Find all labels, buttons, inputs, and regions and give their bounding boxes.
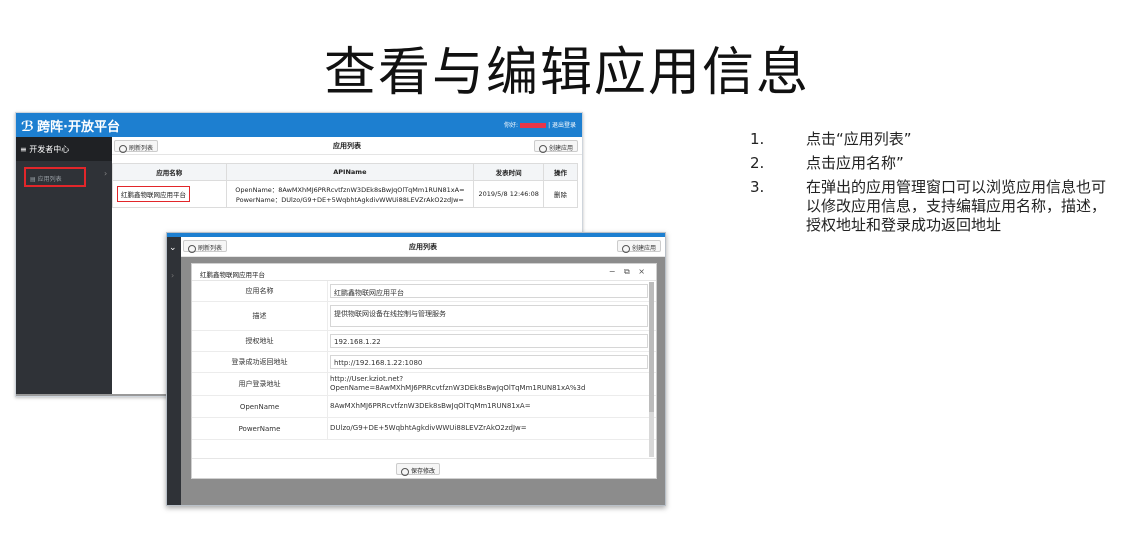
app-table: 应用名称 APIName 发表时间 操作 红鹏鑫物联网应用平台 OpenName…: [112, 163, 578, 208]
sidebar-header-developer-center[interactable]: ≡ 开发者中心 ⌄: [16, 137, 122, 161]
step-3: 3. 在弹出的应用管理窗口可以浏览应用信息也可以修改应用信息，支持编辑应用名称，…: [750, 178, 1110, 235]
create-label: 创建应用: [548, 145, 573, 152]
save-changes-button[interactable]: 保存修改: [396, 463, 441, 476]
chevron-right-icon: ›: [104, 169, 108, 178]
modal-header: 红鹏鑫物联网应用平台 − ⧉ ×: [192, 264, 656, 281]
window-controls[interactable]: − ⧉ ×: [609, 267, 648, 277]
field-label: 登录成功返回地址: [192, 352, 328, 372]
sidebar-header-label: 开发者中心: [29, 145, 70, 154]
hamburger-icon: ≡: [20, 145, 30, 154]
step-number: 1.: [750, 130, 765, 148]
step-1: 1. 点击“应用列表”: [750, 130, 1110, 149]
login-success-url-input[interactable]: http://192.168.1.22:1080: [330, 355, 648, 369]
user-login-url-line1: http://User.kziot.net?: [330, 375, 404, 383]
user-login-url-value: http://User.kziot.net? OpenName=8AwMXhMJ…: [328, 373, 656, 395]
back-toolbar: 刷新列表 应用列表 创建应用: [112, 137, 582, 155]
step-text: 点击“应用列表”: [806, 130, 912, 148]
col-apiname: APIName: [225, 163, 475, 181]
col-app-name: 应用名称: [112, 163, 227, 181]
app-name-input[interactable]: 红鹏鑫物联网应用平台: [330, 284, 648, 298]
save-label: 保存修改: [411, 468, 436, 475]
toolbar-title: 应用列表: [409, 243, 437, 251]
divider: [16, 394, 166, 396]
col-action: 操作: [543, 163, 578, 181]
instruction-steps: 1. 点击“应用列表” 2. 点击应用名称” 3. 在弹出的应用管理窗口可以浏览…: [750, 130, 1110, 240]
description-textarea[interactable]: 提供物联网设备在线控制与管理服务: [330, 305, 648, 327]
modal-scrollbar[interactable]: [649, 282, 654, 457]
step-text: 在弹出的应用管理窗口可以浏览应用信息也可以修改应用信息，支持编辑应用名称，描述，…: [806, 178, 1107, 234]
plus-icon: [538, 144, 547, 153]
form-row-powername: PowerName DUlzo/G9+DE+5WqbhtAgkdivWWUi88…: [192, 418, 656, 440]
apiname-cell: OpenName：8AwMXhMJ6PRRcvtfznW3DEk8sBwJqOl…: [225, 180, 475, 208]
form-row-user-login-url: 用户登录地址 http://User.kziot.net? OpenName=8…: [192, 373, 656, 396]
form-row-auth-address: 授权地址 192.168.1.22: [192, 331, 656, 352]
plus-icon: [621, 244, 630, 253]
sidebar-item-app-list[interactable]: ▤ 应用列表: [24, 167, 86, 187]
field-label: 描述: [192, 302, 328, 330]
api-openname: OpenName：8AwMXhMJ6PRRcvtfznW3DEk8sBwJqOl…: [235, 186, 465, 194]
table-row: 红鹏鑫物联网应用平台 OpenName：8AwMXhMJ6PRRcvtfznW3…: [112, 180, 578, 208]
front-toolbar: 刷新列表 应用列表 创建应用: [181, 237, 665, 257]
check-icon: [401, 467, 409, 476]
user-area: 你好: | 退出登录: [504, 120, 576, 129]
powername-value: DUlzo/G9+DE+5WqbhtAgkdivWWUi88LEVZrAkO2z…: [330, 424, 527, 432]
delete-link[interactable]: 删除: [543, 180, 578, 208]
api-powername: PowerName：DUlzo/G9+DE+5WqbhtAgkdivWWUi88…: [235, 196, 464, 204]
form-row-app-name: 应用名称 红鹏鑫物联网应用平台: [192, 281, 656, 302]
field-label: OpenName: [192, 396, 328, 417]
form-row-description: 描述 提供物联网设备在线控制与管理服务: [192, 302, 656, 331]
top-bar: ℬ 跨阵·开放平台 你好: | 退出登录: [16, 113, 582, 137]
platform-logo[interactable]: ℬ 跨阵·开放平台: [21, 116, 120, 135]
sidebar-item-label: 应用列表: [37, 176, 62, 183]
modal-footer: 保存修改: [192, 458, 656, 478]
field-label: 用户登录地址: [192, 373, 328, 395]
step-2: 2. 点击应用名称”: [750, 154, 1110, 173]
chevron-down-icon[interactable]: ⌄: [169, 243, 177, 253]
create-app-button[interactable]: 创建应用: [533, 140, 578, 153]
logo-icon: ℬ: [21, 119, 34, 135]
sidebar: ≡ 开发者中心 ⌄ ▤ 应用列表 ›: [16, 137, 122, 396]
col-publish-time: 发表时间: [473, 163, 545, 181]
field-label: 授权地址: [192, 331, 328, 351]
create-label: 创建应用: [631, 245, 656, 252]
app-name-link[interactable]: 红鹏鑫物联网应用平台: [117, 186, 190, 202]
front-screenshot: ⌄ › 刷新列表 应用列表 创建应用 红鹏鑫物联网应用平台 − ⧉ × 应用名称…: [166, 232, 666, 506]
slide-title: 查看与编辑应用信息: [323, 43, 810, 103]
field-label: PowerName: [192, 418, 328, 439]
field-label: 应用名称: [192, 281, 328, 301]
create-app-button[interactable]: 创建应用: [616, 240, 661, 253]
modal-title: 红鹏鑫物联网应用平台: [200, 271, 265, 279]
greeting: 你好:: [504, 122, 519, 129]
redacted-username: [520, 123, 547, 128]
scrollbar-thumb[interactable]: [649, 282, 654, 412]
step-text: 点击应用名称”: [806, 154, 904, 172]
logo-text: 跨阵·开放平台: [37, 120, 120, 135]
step-number: 3.: [750, 178, 765, 196]
time-cell: 2019/5/8 12:46:08: [473, 180, 545, 208]
user-login-url-line2: OpenName=8AwMXhMJ6PRRcvtfznW3DEk8sBwJqOl…: [330, 384, 586, 392]
step-number: 2.: [750, 154, 765, 172]
app-name-cell[interactable]: 红鹏鑫物联网应用平台: [112, 180, 227, 208]
app-edit-modal: 红鹏鑫物联网应用平台 − ⧉ × 应用名称 红鹏鑫物联网应用平台 描述 提供物联…: [191, 263, 657, 479]
logout-link[interactable]: | 退出登录: [548, 122, 576, 129]
openname-value: 8AwMXhMJ6PRRcvtfznW3DEk8sBwJqOlTqMm1RUN8…: [330, 402, 531, 410]
form-row-openname: OpenName 8AwMXhMJ6PRRcvtfznW3DEk8sBwJqOl…: [192, 396, 656, 418]
auth-address-input[interactable]: 192.168.1.22: [330, 334, 648, 348]
form-row-login-success-url: 登录成功返回地址 http://192.168.1.22:1080: [192, 352, 656, 373]
list-icon: ▤: [30, 176, 38, 183]
chevron-right-icon: ›: [171, 271, 175, 280]
toolbar-title: 应用列表: [333, 142, 361, 150]
front-sidebar: ⌄ ›: [167, 237, 181, 505]
